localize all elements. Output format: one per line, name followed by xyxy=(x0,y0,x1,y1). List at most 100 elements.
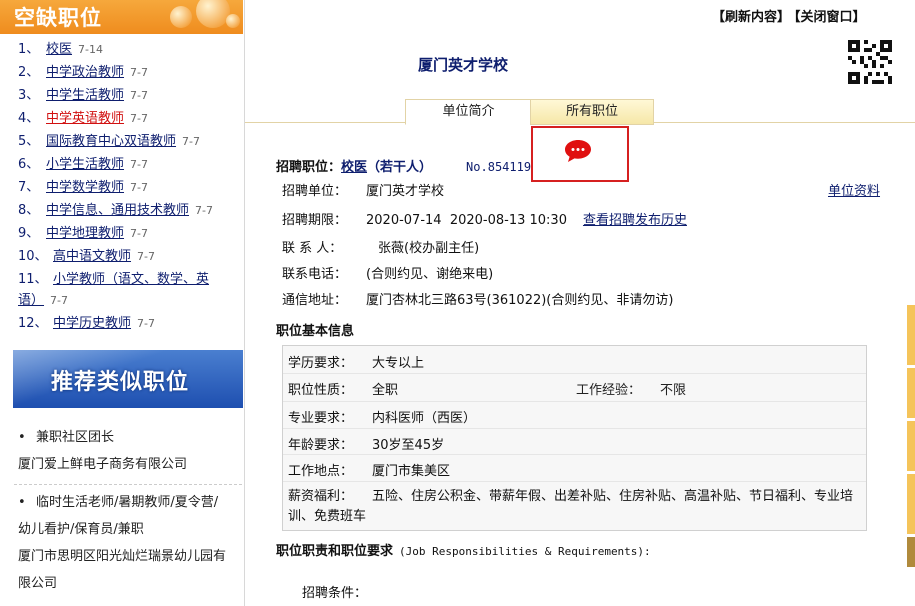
basic-info-title: 职位基本信息 xyxy=(276,324,355,339)
school-name: 厦门英才学校 xyxy=(418,56,509,74)
contact-label: 联 系 人： xyxy=(282,241,343,256)
nature-value: 全职 xyxy=(372,383,399,398)
vacancy-link-cont[interactable]: 语） xyxy=(18,293,44,308)
list-item: 临时生活老师/暑期教师/夏令营/ xyxy=(18,489,244,516)
recommend-company[interactable]: 厦门市思明区阳光灿烂瑞景幼儿园有 xyxy=(18,543,244,570)
vacancies-header: 空缺职位 xyxy=(0,0,243,34)
item-number: 6、 xyxy=(18,157,40,172)
vacancy-link-school-doctor[interactable]: 校医 xyxy=(46,42,72,57)
recommend-list: 兼职社区团长 厦门爱上鲜电子商务有限公司 临时生活老师/暑期教师/夏令营/ 幼儿… xyxy=(14,424,244,597)
item-number: 12、 xyxy=(18,316,48,331)
unit-info-link[interactable]: 单位资料 xyxy=(828,180,880,199)
tab-unit-intro[interactable]: 单位简介 xyxy=(405,99,532,125)
floating-side-tab[interactable] xyxy=(907,421,915,471)
floating-side-tab[interactable] xyxy=(907,474,915,534)
address-row: 通信地址： 厦门杏林北三路63号(361022)(合则约见、非请勿访) xyxy=(282,289,673,308)
item-number: 1、 xyxy=(18,42,40,57)
vacancies-title: 空缺职位 xyxy=(14,6,102,30)
list-item: 12、 中学历史教师 7-7 xyxy=(0,312,243,335)
item-date: 7-7 xyxy=(130,112,148,125)
nature-row: 职位性质： 全职 xyxy=(288,379,398,398)
recommend-job-link[interactable]: 临时生活老师/暑期教师/夏令营/ xyxy=(36,495,218,510)
vacancy-list: 1、 校医 7-14 2、 中学政治教师 7-7 3、 中学生活教师 7-7 4、 中学英语教… xyxy=(0,38,243,335)
item-number: 3、 xyxy=(18,88,40,103)
item-number: 8、 xyxy=(18,203,40,218)
divider xyxy=(283,428,866,429)
bubble-decoration-icon xyxy=(170,6,192,28)
bubble-decoration-icon xyxy=(226,14,240,28)
list-item: 3、 中学生活教师 7-7 xyxy=(0,84,243,107)
phone-value: (合则约见、谢绝来电) xyxy=(366,267,494,282)
edu-value: 大专以上 xyxy=(372,356,425,371)
duties-title-en: (Job Responsibilities & Requirements): xyxy=(399,545,651,558)
period-row: 招聘期限： 2020-07-14 2020-08-13 10:30 查看招聘发布历史 xyxy=(282,209,687,228)
vacancy-link[interactable]: 高中语文教师 xyxy=(53,249,131,264)
salary-value: 五险、住房公积金、带薪年假、出差补贴、住房补贴、高温补贴、节日福利、专业培训、免… xyxy=(288,489,854,524)
salary-label: 薪资福利： xyxy=(288,489,354,504)
item-number: 5、 xyxy=(18,134,40,149)
item-date: 7-7 xyxy=(130,227,148,240)
unit-row: 招聘单位： 厦门英才学校 xyxy=(282,180,444,199)
edu-row: 学历要求： 大专以上 xyxy=(288,352,424,371)
vacancy-link[interactable]: 中学数学教师 xyxy=(46,180,124,195)
place-label: 工作地点： xyxy=(288,464,354,479)
address-value: 厦门杏林北三路63号(361022)(合则约见、非请勿访) xyxy=(366,293,674,308)
divider xyxy=(283,454,866,455)
duties-title-cn: 职位职责和职位要求 xyxy=(276,544,394,559)
item-date: 7-7 xyxy=(137,317,155,330)
vacancy-link[interactable]: 中学信息、通用技术教师 xyxy=(46,203,189,218)
floating-side-tab[interactable] xyxy=(907,368,915,418)
chat-bubble-icon[interactable] xyxy=(563,138,593,164)
phone-row: 联系电话： (合则约见、谢绝来电) xyxy=(282,263,493,282)
list-item: 10、 高中语文教师 7-7 xyxy=(0,245,243,268)
vacancy-link[interactable]: 小学生活教师 xyxy=(46,157,124,172)
period-value: 2020-07-14 2020-08-13 10:30 xyxy=(366,213,567,228)
history-link[interactable]: 查看招聘发布历史 xyxy=(583,213,687,228)
vacancy-link-english-teacher[interactable]: 中学英语教师 xyxy=(46,111,124,126)
post-number: No.854119 xyxy=(466,160,532,174)
vacancy-link[interactable]: 中学历史教师 xyxy=(53,316,131,331)
item-date: 7-7 xyxy=(130,181,148,194)
item-date: 7-7 xyxy=(50,294,68,307)
age-label: 年龄要求： xyxy=(288,438,354,453)
conditions-label: 招聘条件： xyxy=(302,586,368,601)
exp-row: 工作经验： 不限 xyxy=(576,379,686,398)
phone-label: 联系电话： xyxy=(282,267,348,282)
list-item: 兼职社区团长 xyxy=(18,424,244,451)
address-label: 通信地址： xyxy=(282,293,348,308)
recommend-title: 推荐类似职位 xyxy=(51,370,190,395)
refresh-button[interactable]: 【刷新内容】 xyxy=(712,10,790,25)
vacancy-link[interactable]: 中学地理教师 xyxy=(46,226,124,241)
vacancy-link[interactable]: 国际教育中心双语教师 xyxy=(46,134,176,149)
vacancy-link[interactable]: 中学生活教师 xyxy=(46,88,124,103)
item-date: 7-14 xyxy=(78,43,103,56)
recommend-job-link[interactable]: 兼职社区团长 xyxy=(36,430,114,445)
divider xyxy=(283,401,866,402)
recommend-company-cont[interactable]: 限公司 xyxy=(18,570,244,597)
close-window-button[interactable]: 【关闭窗口】 xyxy=(794,10,866,25)
tab-all-positions[interactable]: 所有职位 xyxy=(530,99,654,125)
recommend-company[interactable]: 厦门爱上鲜电子商务有限公司 xyxy=(18,451,244,478)
list-item: 8、 中学信息、通用技术教师 7-7 xyxy=(0,199,243,222)
period-label: 招聘期限： xyxy=(282,213,348,228)
top-bar: 【刷新内容】 【关闭窗口】 xyxy=(712,6,870,25)
floating-side-tab[interactable] xyxy=(907,305,915,365)
post-label: 招聘职位： xyxy=(276,160,342,175)
list-item: 5、 国际教育中心双语教师 7-7 xyxy=(0,130,243,153)
age-row: 年龄要求： 30岁至45岁 xyxy=(288,434,444,453)
vacancy-link[interactable]: 中学政治教师 xyxy=(46,65,124,80)
place-value: 厦门市集美区 xyxy=(372,464,451,479)
divider xyxy=(283,373,866,374)
major-label: 专业要求： xyxy=(288,411,354,426)
post-position-link[interactable]: 校医 xyxy=(341,160,367,175)
item-date: 7-7 xyxy=(195,204,213,217)
floating-side-tab[interactable] xyxy=(907,537,915,567)
list-item: 6、 小学生活教师 7-7 xyxy=(0,153,243,176)
item-date: 7-7 xyxy=(130,66,148,79)
sidebar: 空缺职位 1、 校医 7-14 2、 中学政治教师 7-7 3、 中学生活教师 7-7 4、… xyxy=(0,0,245,606)
recommend-job-link-cont[interactable]: 幼儿看护/保育员/兼职 xyxy=(18,516,244,543)
divider xyxy=(283,481,866,482)
list-item: 9、 中学地理教师 7-7 xyxy=(0,222,243,245)
item-date: 7-7 xyxy=(137,250,155,263)
vacancy-link[interactable]: 小学教师（语文、数学、英 xyxy=(53,272,209,287)
